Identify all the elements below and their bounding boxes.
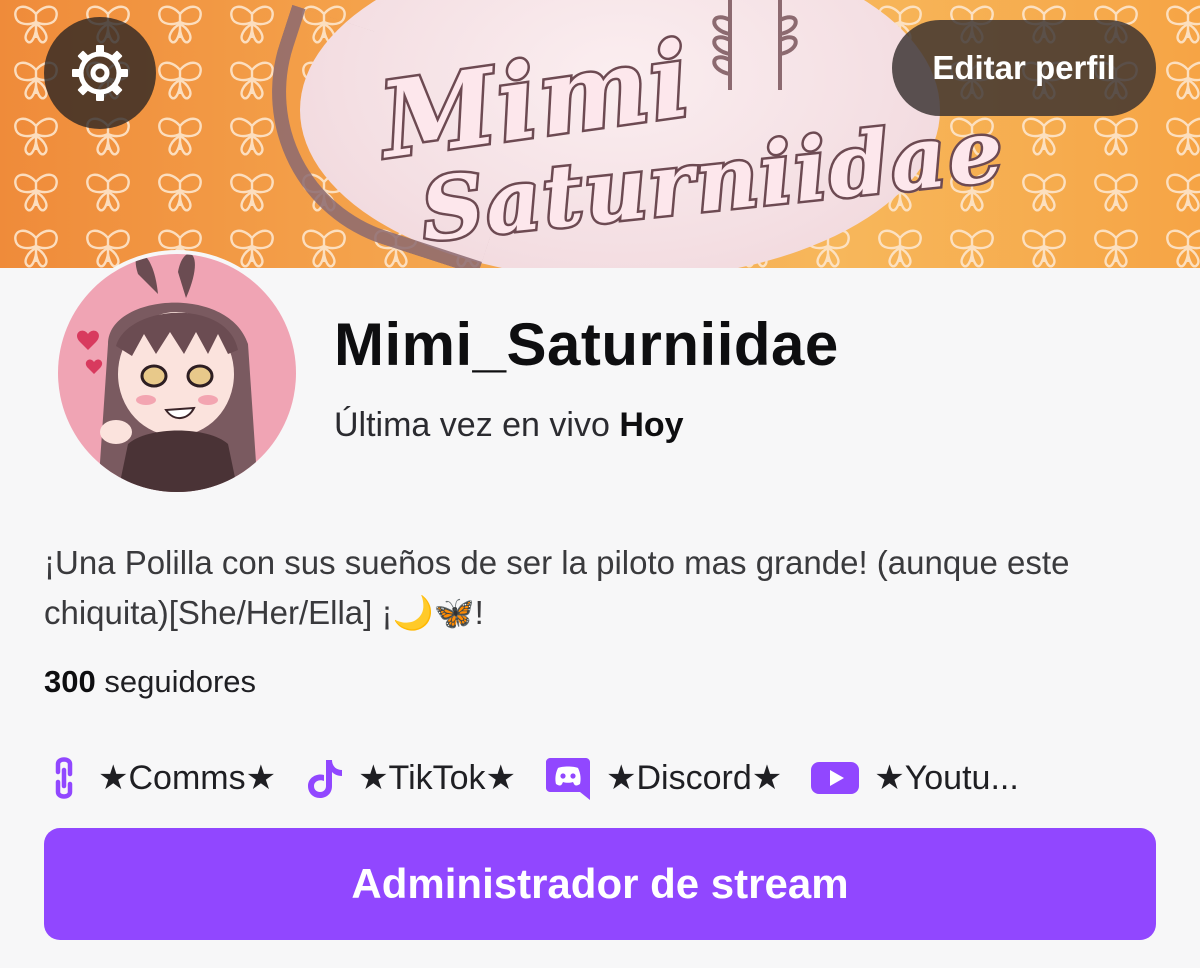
social-links: ★Comms★ ★TikTok★ ★Discord★ ★Youtu... <box>44 748 1164 808</box>
social-link-discord[interactable]: ★Discord★ <box>544 754 782 802</box>
followers-count[interactable]: 300 seguidores <box>44 664 256 700</box>
social-link-comms[interactable]: ★Comms★ <box>44 756 276 800</box>
social-link-tiktok[interactable]: ★TikTok★ <box>304 756 516 800</box>
settings-button[interactable] <box>44 17 156 129</box>
link-icon <box>44 756 84 800</box>
social-link-youtube[interactable]: ★Youtu... <box>810 758 1019 798</box>
avatar-image <box>58 254 296 492</box>
social-link-label: ★Youtu... <box>874 759 1019 797</box>
last-live-prefix: Última vez en vivo <box>334 406 610 444</box>
followers-number: 300 <box>44 664 96 699</box>
youtube-icon <box>810 758 860 798</box>
avatar[interactable] <box>54 250 300 496</box>
social-link-label: ★Comms★ <box>98 759 277 797</box>
tiktok-icon <box>304 756 344 800</box>
followers-label: seguidores <box>104 664 257 699</box>
social-link-label: ★TikTok★ <box>358 759 517 797</box>
social-link-label: ★Discord★ <box>606 759 783 797</box>
banner-logo: Mimi Saturniidae <box>340 14 1012 263</box>
last-live-value: Hoy <box>619 406 684 444</box>
channel-username: Mimi_Saturniidae <box>334 311 839 378</box>
channel-bio: ¡Una Polilla con sus sueños de ser la pi… <box>44 544 1070 631</box>
edit-profile-button[interactable]: Editar perfil <box>892 20 1156 116</box>
discord-icon <box>544 754 592 802</box>
last-live-status: Última vez en vivo Hoy <box>334 406 684 445</box>
gear-icon <box>72 45 128 101</box>
stream-manager-button[interactable]: Administrador de stream <box>44 828 1156 940</box>
